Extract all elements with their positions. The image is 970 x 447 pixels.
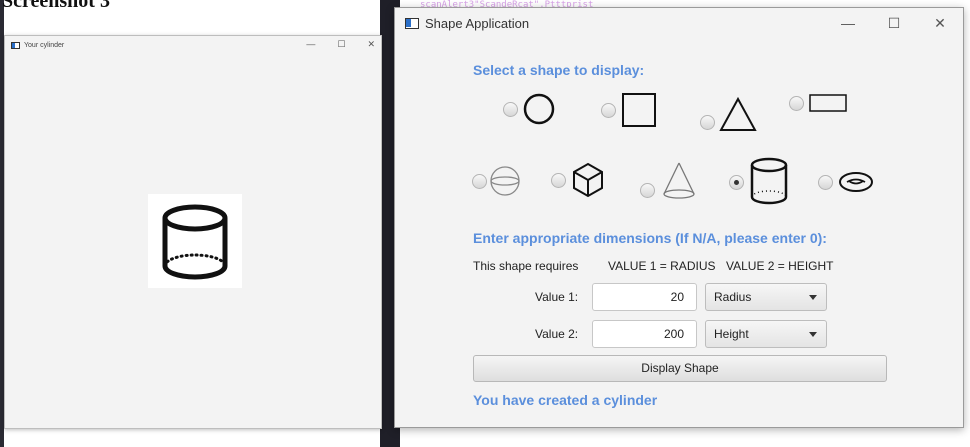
radio-torus[interactable] [818, 174, 833, 190]
value2-input[interactable]: 200 [592, 320, 697, 348]
circle-icon [523, 93, 555, 125]
shape-option-sphere[interactable] [472, 164, 522, 198]
triangle-icon [719, 96, 757, 131]
shape-option-triangle[interactable] [700, 96, 759, 134]
select-shape-heading: Select a shape to display: [473, 62, 645, 78]
cylinder-icon [750, 157, 788, 205]
sphere-icon [490, 166, 520, 196]
cylinder-window[interactable]: Your cylinder — ☐ ✕ [4, 35, 382, 429]
shape-app-title: Shape Application [425, 15, 530, 31]
display-shape-button[interactable]: Display Shape [473, 355, 887, 382]
java-app-icon [11, 41, 20, 49]
shape-option-square[interactable] [601, 92, 660, 128]
radio-rectangle[interactable] [789, 95, 804, 111]
value2-unit-value: Height [714, 327, 749, 341]
value2-unit-select[interactable]: Height [705, 320, 827, 348]
close-button[interactable]: ✕ [917, 8, 963, 38]
minimize-button[interactable]: — [306, 39, 315, 50]
cone-icon [663, 162, 695, 199]
radio-sphere[interactable] [472, 173, 487, 189]
java-app-icon [405, 17, 419, 29]
requires-label: This shape requires [473, 259, 579, 273]
radio-square[interactable] [601, 102, 616, 118]
torus-icon [839, 172, 873, 192]
dimensions-heading: Enter appropriate dimensions (If N/A, pl… [473, 230, 827, 246]
chevron-down-icon [809, 332, 817, 337]
rectangle-icon [809, 94, 847, 112]
radio-cylinder[interactable] [729, 174, 744, 190]
shape-option-cube[interactable] [551, 162, 605, 198]
radio-cube[interactable] [551, 172, 566, 188]
close-button[interactable]: ✕ [367, 39, 375, 50]
shape-application-window[interactable]: Shape Application — ☐ ✕ Select a shape t… [394, 7, 964, 428]
cube-icon [573, 162, 603, 198]
shape-option-rectangle[interactable] [789, 92, 850, 114]
maximize-button[interactable]: ☐ [871, 8, 917, 38]
shape-option-circle[interactable] [503, 92, 556, 126]
value1-description: VALUE 1 = RADIUS [608, 259, 716, 273]
radio-triangle[interactable] [700, 114, 715, 130]
shape-app-titlebar[interactable]: Shape Application — ☐ ✕ [395, 8, 963, 38]
status-message: You have created a cylinder [473, 392, 658, 408]
shape-option-torus[interactable] [818, 170, 875, 194]
value2-label: Value 2: [535, 327, 579, 341]
radio-circle[interactable] [503, 101, 518, 117]
value2-description: VALUE 2 = HEIGHT [726, 259, 834, 273]
value1-unit-select[interactable]: Radius [705, 283, 827, 311]
cylinder-window-title: Your cylinder [24, 41, 65, 49]
cylinder-window-titlebar[interactable]: Your cylinder — ☐ ✕ [5, 36, 381, 54]
radio-cone[interactable] [640, 182, 655, 198]
shape-option-cone[interactable] [640, 160, 699, 202]
minimize-button[interactable]: — [825, 8, 871, 38]
value1-label: Value 1: [535, 290, 579, 304]
value1-unit-value: Radius [714, 290, 752, 304]
background-caption: Screenshot 3 [2, 0, 110, 12]
cylinder-icon [148, 194, 242, 288]
square-icon [622, 93, 656, 127]
shape-option-cylinder[interactable] [729, 155, 790, 209]
value1-input[interactable]: 20 [592, 283, 697, 311]
chevron-down-icon [809, 295, 817, 300]
maximize-button[interactable]: ☐ [337, 39, 345, 50]
